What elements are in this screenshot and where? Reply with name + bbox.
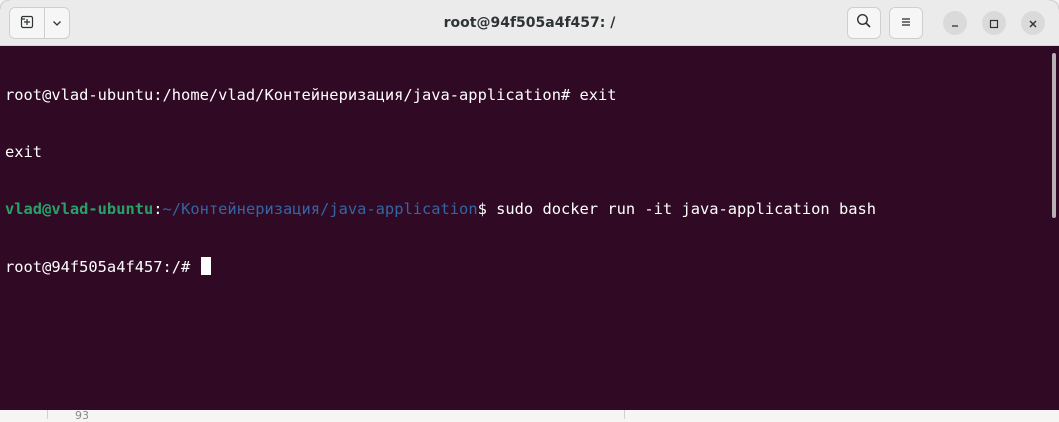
terminal-line: vlad@vlad-ubuntu:~/Контейнеризация/java-… bbox=[5, 200, 1047, 219]
minimize-button[interactable] bbox=[943, 11, 967, 35]
titlebar: root@94f505a4f457: / bbox=[0, 0, 1059, 46]
hamburger-menu-icon bbox=[899, 14, 913, 33]
new-tab-icon bbox=[20, 14, 34, 33]
maximize-icon bbox=[989, 14, 999, 33]
new-tab-split-button bbox=[9, 7, 70, 39]
terminal-line: exit bbox=[5, 143, 43, 161]
container-prompt: root@94f505a4f457:/# bbox=[5, 258, 200, 276]
prompt-path: ~/Контейнеризация/java-application bbox=[162, 200, 478, 218]
background-window-strip bbox=[0, 410, 1059, 419]
background-line-number: 93 bbox=[75, 409, 89, 422]
prompt-user-host: vlad@vlad-ubuntu bbox=[5, 200, 154, 218]
menu-button[interactable] bbox=[889, 7, 923, 39]
search-button[interactable] bbox=[847, 7, 881, 39]
scrollbar-thumb[interactable] bbox=[1052, 53, 1056, 218]
background-divider bbox=[47, 410, 48, 419]
terminal-line: root@vlad-ubuntu:/home/vlad/Контейнериза… bbox=[5, 86, 617, 104]
new-tab-button[interactable] bbox=[10, 8, 46, 38]
close-button[interactable] bbox=[1021, 11, 1045, 35]
maximize-button[interactable] bbox=[982, 11, 1006, 35]
minimize-icon bbox=[950, 14, 960, 33]
terminal-line: root@94f505a4f457:/# bbox=[5, 257, 1047, 276]
tab-menu-dropdown-button[interactable] bbox=[45, 8, 69, 38]
prompt-colon: : bbox=[153, 200, 163, 218]
search-icon bbox=[856, 13, 872, 33]
chevron-down-icon bbox=[51, 14, 63, 33]
terminal-window: root@94f505a4f457: / root@vlad-ubuntu:/h… bbox=[0, 0, 1059, 410]
close-icon bbox=[1028, 14, 1038, 33]
text-cursor bbox=[200, 257, 211, 275]
terminal-scrollbar[interactable] bbox=[1047, 47, 1059, 410]
background-divider bbox=[624, 410, 625, 419]
command-text: $ sudo docker run -it java-application b… bbox=[477, 200, 877, 218]
terminal-output[interactable]: root@vlad-ubuntu:/home/vlad/Контейнериза… bbox=[0, 47, 1047, 410]
